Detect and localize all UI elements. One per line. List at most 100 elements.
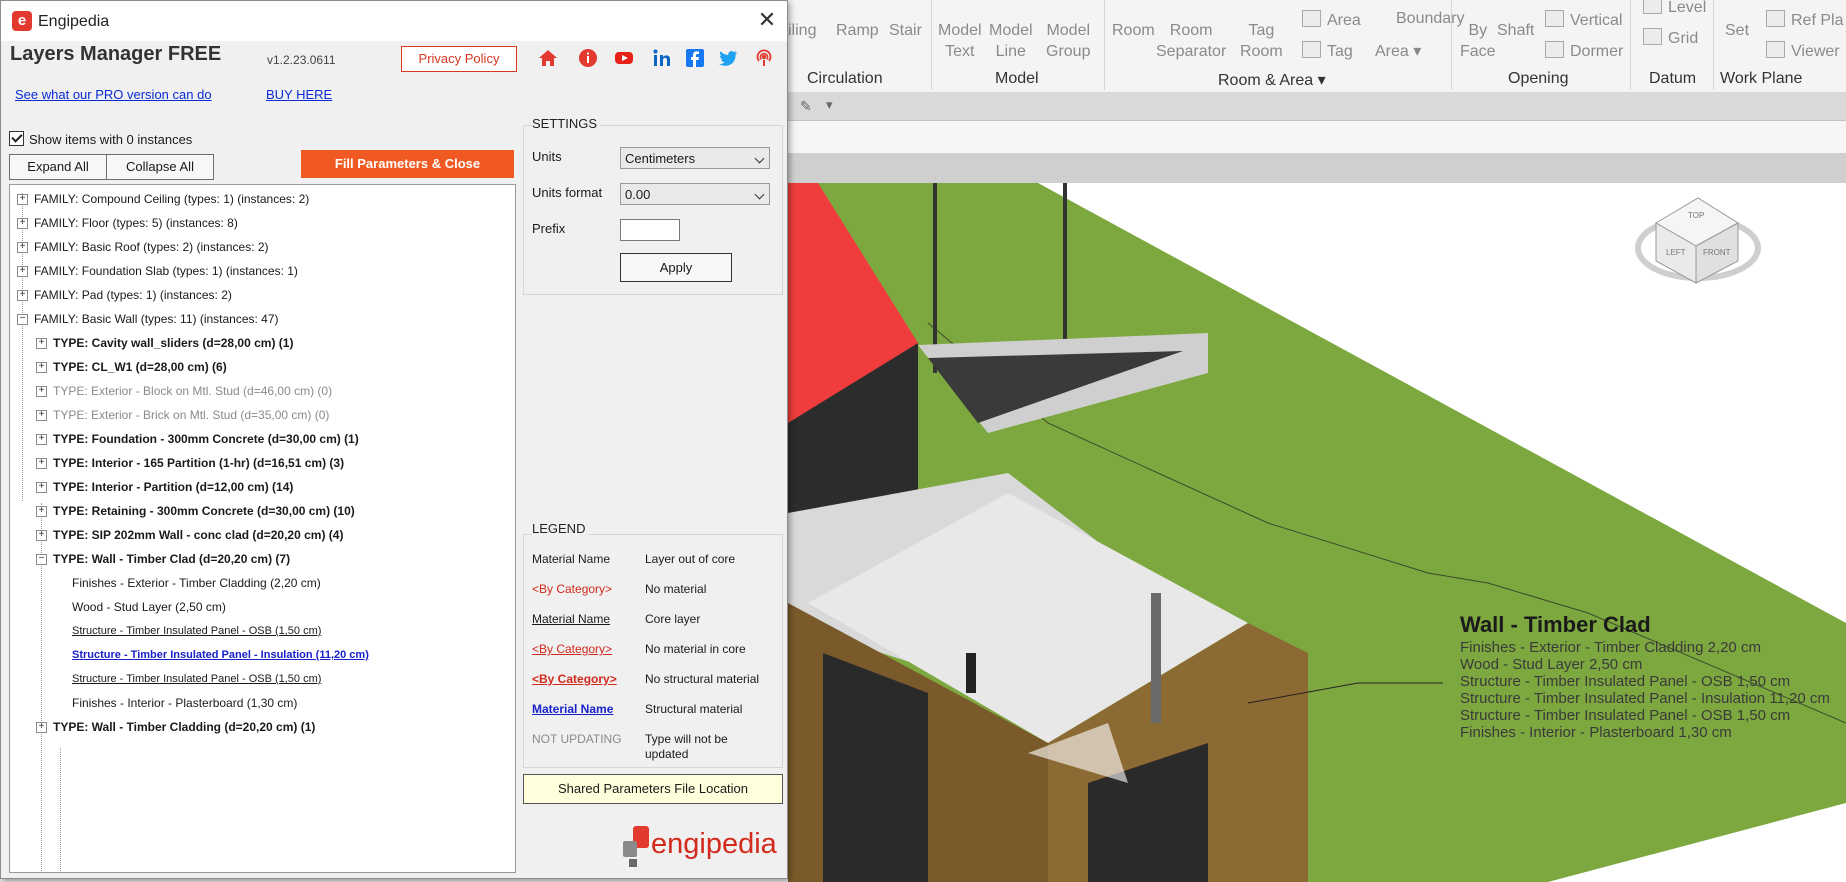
expand-toggle-icon[interactable]: +	[36, 410, 47, 421]
family-tree-view[interactable]: + FAMILY: Compound Ceiling (types: 1) (i…	[9, 184, 516, 873]
tree-type-node[interactable]: TYPE: Interior - Partition (d=12,00 cm) …	[53, 479, 293, 495]
ribbon-button-ramp[interactable]: Ramp	[836, 20, 879, 41]
expand-toggle-icon[interactable]: +	[17, 290, 28, 301]
facebook-icon[interactable]	[685, 48, 705, 68]
ribbon-button-label: Stair	[889, 22, 922, 39]
expand-toggle-icon[interactable]: +	[36, 722, 47, 733]
tree-type-node[interactable]: TYPE: Wall - Timber Cladding (d=20,20 cm…	[53, 719, 315, 735]
expand-toggle-icon[interactable]: +	[36, 338, 47, 349]
ribbon-button-model-line[interactable]: Model Line	[989, 20, 1033, 62]
ribbon-button-room-separator[interactable]: Room Separator	[1156, 20, 1226, 62]
expand-toggle-icon[interactable]: +	[17, 242, 28, 253]
ribbon-item-dormer[interactable]: Dormer	[1545, 41, 1623, 61]
ribbon-item-tag[interactable]: Tag	[1302, 41, 1353, 61]
ribbon-item-grid[interactable]: Grid	[1643, 28, 1698, 48]
expand-toggle-icon[interactable]: +	[36, 458, 47, 469]
chevron-down-icon	[754, 153, 765, 164]
twitter-icon[interactable]	[718, 48, 738, 68]
collapse-all-button[interactable]: Collapse All	[106, 154, 214, 180]
ribbon-item-area[interactable]: Area	[1302, 10, 1361, 30]
tree-type-node[interactable]: TYPE: Wall - Timber Clad (d=20,20 cm) (7…	[53, 551, 290, 567]
ribbon-item-vertical[interactable]: Vertical	[1545, 10, 1622, 30]
expand-toggle-icon[interactable]: +	[17, 194, 28, 205]
buy-here-link[interactable]: BUY HERE	[266, 87, 332, 102]
tree-family-node[interactable]: FAMILY: Floor (types: 5) (instances: 8)	[34, 215, 238, 231]
ribbon-item-viewer[interactable]: Viewer	[1766, 41, 1840, 61]
ribbon-button-set[interactable]: Set	[1725, 20, 1749, 41]
legend-key: Material Name	[532, 552, 611, 566]
collapse-toggle-icon[interactable]: −	[17, 314, 28, 325]
3d-viewport[interactable]: TOP LEFT FRONT	[788, 183, 1846, 882]
apply-button[interactable]: Apply	[620, 253, 732, 282]
tree-layer-node[interactable]: Structure - Timber Insulated Panel - OSB…	[72, 623, 321, 639]
tree-layer-node[interactable]: Wood - Stud Layer (2,50 cm)	[72, 599, 226, 615]
tree-family-node[interactable]: FAMILY: Basic Roof (types: 2) (instances…	[34, 239, 269, 255]
tree-type-node[interactable]: TYPE: Exterior - Block on Mtl. Stud (d=4…	[53, 383, 332, 399]
ribbon-button-model-group[interactable]: Model Group	[1046, 20, 1090, 62]
viewcube-top-label: TOP	[1688, 211, 1704, 220]
ribbon-button-stair[interactable]: Stair	[889, 20, 922, 41]
home-icon[interactable]	[538, 48, 558, 68]
collapse-toggle-icon[interactable]: −	[36, 554, 47, 565]
tree-family-node[interactable]: FAMILY: Basic Wall (types: 11) (instance…	[34, 311, 279, 327]
wall-tag-title: Wall - Timber Clad	[1460, 612, 1651, 637]
wall-tag-line: Finishes - Interior - Plasterboard 1,30 …	[1460, 724, 1732, 741]
expand-all-button[interactable]: Expand All	[9, 154, 107, 180]
prefix-input[interactable]	[620, 219, 680, 241]
tree-layer-node[interactable]: Structure - Timber Insulated Panel - OSB…	[72, 671, 321, 687]
ribbon-button-ceiling[interactable]: iling	[788, 20, 816, 41]
panel-label-room-area[interactable]: Room & Area ▾	[1218, 70, 1326, 90]
units-select[interactable]: Centimeters	[620, 147, 770, 169]
ribbon-item-label: Viewer	[1791, 43, 1840, 60]
ribbon-button-model-text[interactable]: Model Text	[938, 20, 982, 62]
ribbon-button-tag-room[interactable]: Tag Room	[1240, 20, 1283, 62]
shared-parameters-file-button[interactable]: Shared Parameters File Location	[523, 774, 783, 804]
ribbon-button-label: By Face	[1460, 22, 1496, 60]
expand-toggle-icon[interactable]: +	[36, 434, 47, 445]
tree-type-node[interactable]: TYPE: Exterior - Brick on Mtl. Stud (d=3…	[53, 407, 329, 423]
tree-layer-node[interactable]: Structure - Timber Insulated Panel - Ins…	[72, 647, 369, 663]
tree-family-node[interactable]: FAMILY: Compound Ceiling (types: 1) (ins…	[34, 191, 309, 207]
units-format-select[interactable]: 0.00	[620, 183, 770, 205]
ribbon-button-shaft[interactable]: Shaft	[1497, 20, 1534, 41]
ribbon-item-label: Grid	[1668, 30, 1699, 47]
tree-family-node[interactable]: FAMILY: Foundation Slab (types: 1) (inst…	[34, 263, 298, 279]
expand-toggle-icon[interactable]: +	[36, 530, 47, 541]
tree-type-node[interactable]: TYPE: SIP 202mm Wall - conc clad (d=20,2…	[53, 527, 343, 543]
tree-type-node[interactable]: TYPE: CL_W1 (d=28,00 cm) (6)	[53, 359, 227, 375]
tree-type-node[interactable]: TYPE: Foundation - 300mm Concrete (d=30,…	[53, 431, 359, 447]
ribbon-button-room[interactable]: Room	[1112, 20, 1155, 41]
tree-layer-node[interactable]: Finishes - Exterior - Timber Cladding (2…	[72, 575, 321, 591]
ribbon-item-boundary[interactable]: Boundary	[1396, 10, 1465, 28]
linkedin-icon[interactable]	[652, 48, 672, 68]
window-titlebar[interactable]	[1, 1, 787, 41]
expand-toggle-icon[interactable]: +	[36, 362, 47, 373]
tree-type-node[interactable]: TYPE: Cavity wall_sliders (d=28,00 cm) (…	[53, 335, 293, 351]
show-zero-instances-checkbox[interactable]: Show items with 0 instances	[9, 131, 192, 147]
expand-toggle-icon[interactable]: +	[36, 506, 47, 517]
tree-type-node[interactable]: TYPE: Retaining - 300mm Concrete (d=30,0…	[53, 503, 355, 519]
ribbon-button-by-face[interactable]: By Face	[1460, 20, 1496, 62]
tree-layer-node[interactable]: Finishes - Interior - Plasterboard (1,30…	[72, 695, 297, 711]
checkbox-label: Show items with 0 instances	[29, 132, 193, 147]
tree-family-node[interactable]: FAMILY: Pad (types: 1) (instances: 2)	[34, 287, 232, 303]
ribbon-item-level[interactable]: Level	[1643, 0, 1706, 17]
expand-toggle-icon[interactable]: +	[17, 266, 28, 277]
ribbon-item-ref-plane[interactable]: Ref Pla	[1766, 10, 1843, 30]
privacy-policy-button[interactable]: Privacy Policy	[401, 46, 517, 72]
pencil-icon[interactable]: ✎	[800, 98, 812, 115]
info-icon[interactable]	[578, 48, 598, 68]
expand-toggle-icon[interactable]: +	[36, 386, 47, 397]
ribbon-item-area-tag[interactable]: Area ▾	[1375, 41, 1421, 61]
dropdown-arrow-icon[interactable]: ▾	[826, 97, 833, 113]
expand-toggle-icon[interactable]: +	[36, 482, 47, 493]
close-button[interactable]: ✕	[755, 9, 779, 33]
tree-type-node[interactable]: TYPE: Interior - 165 Partition (1-hr) (d…	[53, 455, 344, 471]
podcast-icon[interactable]	[754, 48, 774, 68]
fill-parameters-close-button[interactable]: Fill Parameters & Close	[301, 150, 514, 178]
ribbon-button-label: Model Line	[989, 22, 1033, 60]
expand-toggle-icon[interactable]: +	[17, 218, 28, 229]
checkbox-checked-icon[interactable]	[9, 131, 24, 146]
youtube-icon[interactable]	[614, 48, 634, 68]
pro-version-link[interactable]: See what our PRO version can do	[15, 87, 212, 102]
